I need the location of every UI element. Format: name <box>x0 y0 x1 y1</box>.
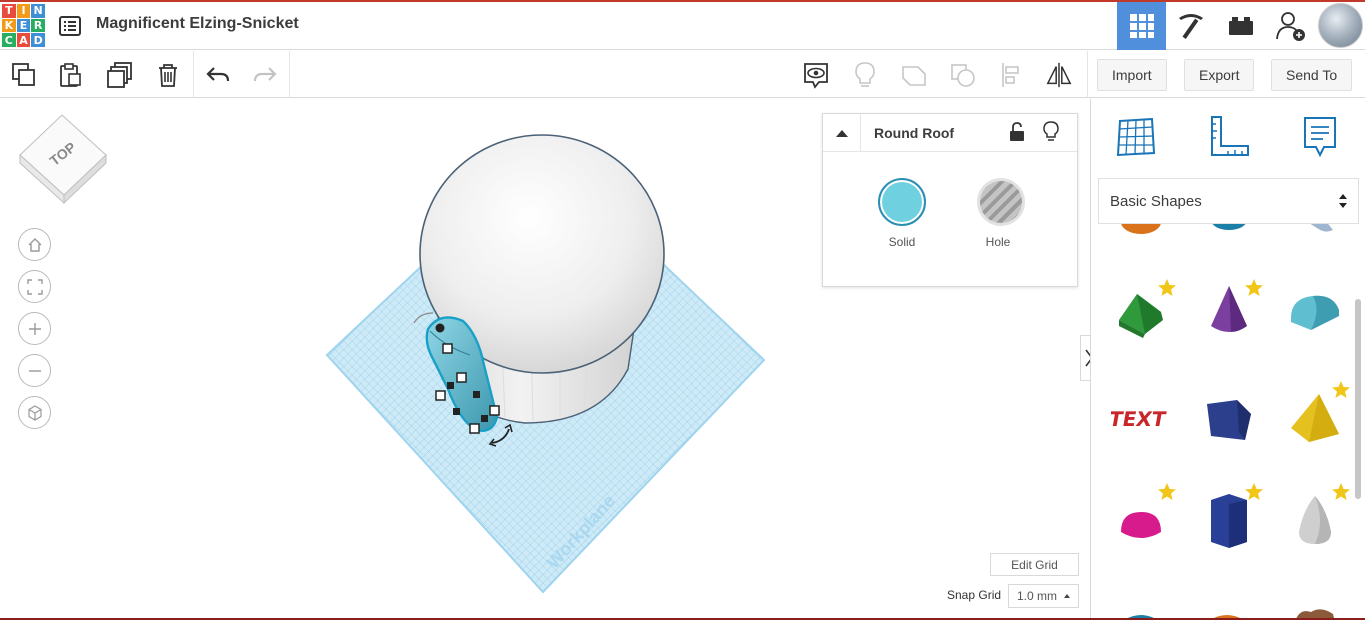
solid-color-swatch[interactable] <box>878 178 926 226</box>
text-shape[interactable]: TEXT <box>1111 388 1171 448</box>
designs-menu-icon[interactable] <box>58 14 82 38</box>
ungroup-button[interactable] <box>949 61 977 89</box>
tinkercad-logo[interactable]: TIN KER CAD <box>2 4 45 47</box>
shape-library: TEXT <box>1091 224 1355 620</box>
notes-tool-button[interactable] <box>1296 113 1344 161</box>
shape-name-label: Round Roof <box>874 125 955 141</box>
favorite-star-icon[interactable] <box>1244 278 1264 297</box>
undo-button[interactable] <box>204 61 232 89</box>
round-roof-shape[interactable] <box>1285 282 1345 342</box>
bricks-icon <box>1228 17 1253 35</box>
caret-up-icon <box>1064 594 1070 598</box>
add-user-icon <box>1275 12 1305 41</box>
3d-design-view-button[interactable] <box>1117 2 1166 50</box>
edit-grid-button[interactable]: Edit Grid <box>990 553 1079 576</box>
workplane-tool-button[interactable] <box>1112 113 1160 161</box>
favorite-star-icon[interactable] <box>1331 380 1351 399</box>
logo-letter: D <box>31 33 45 47</box>
eye-speech-bubble-icon <box>804 63 828 89</box>
ruler-tool-button[interactable] <box>1204 113 1252 161</box>
logo-letter: C <box>2 33 16 47</box>
hole-label: Hole <box>985 235 1011 249</box>
align-icon <box>1002 63 1019 87</box>
favorite-star-icon[interactable] <box>1244 482 1264 501</box>
shapes-panel: Basic Shapes TEXT <box>1090 99 1365 620</box>
align-button[interactable] <box>998 61 1026 89</box>
invite-user-button[interactable] <box>1266 2 1315 50</box>
design-title[interactable]: Magnificent Elzing-Snicket <box>96 15 299 33</box>
lock-button[interactable] <box>1009 122 1025 147</box>
shape-category-select[interactable]: Basic Shapes <box>1098 178 1359 224</box>
ruler-icon <box>1211 116 1249 156</box>
favorite-star-icon[interactable] <box>1157 482 1177 501</box>
favorite-star-icon[interactable] <box>1157 278 1177 297</box>
paste-icon <box>60 63 81 87</box>
toolbar-divider <box>193 51 194 98</box>
snap-grid-select[interactable]: 1.0 mm <box>1008 584 1079 608</box>
half-sphere-shape[interactable] <box>1111 494 1171 554</box>
show-all-button[interactable] <box>851 61 879 89</box>
collapse-inspector-button[interactable] <box>823 114 861 152</box>
toolbar-divider <box>1087 51 1088 98</box>
group-icon <box>902 66 926 86</box>
3d-workspace[interactable]: TOP Workplane Round Roof Solid Hole Edit… <box>0 99 1090 620</box>
polygon-shape[interactable] <box>1199 390 1259 450</box>
workplane-grid-icon <box>1116 117 1156 157</box>
cylinder-shape-partial[interactable] <box>1119 224 1163 240</box>
lightbulb-icon <box>1043 121 1059 141</box>
logo-letter: R <box>31 18 45 33</box>
undo-icon <box>206 67 230 82</box>
inspector-header: Round Roof <box>823 114 1077 152</box>
copy-button[interactable] <box>10 61 38 89</box>
delete-button[interactable] <box>154 61 182 89</box>
paste-button[interactable] <box>57 61 85 89</box>
note-bubble-icon <box>1304 117 1336 158</box>
app-header: TIN KER CAD Magnificent Elzing-Snicket <box>0 2 1365 50</box>
edit-toolbar: Import Export Send To <box>0 51 1365 98</box>
redo-icon <box>253 67 277 82</box>
duplicate-button[interactable] <box>106 61 134 89</box>
hole-swatch[interactable] <box>977 178 1025 226</box>
collapse-shapes-panel-button[interactable] <box>1080 335 1090 381</box>
snap-grid-value: 1.0 mm <box>1017 589 1058 603</box>
duplicate-icon <box>107 62 132 88</box>
scribble-shape-partial[interactable] <box>1295 224 1339 244</box>
snap-grid-label: Snap Grid <box>947 588 1002 602</box>
import-button[interactable]: Import <box>1097 59 1167 91</box>
favorite-star-icon[interactable] <box>1331 482 1351 501</box>
caret-up-icon <box>835 130 848 137</box>
mirror-icon <box>1046 62 1072 88</box>
text-shape-label: TEXT <box>1111 407 1168 431</box>
grid-icon <box>1129 14 1154 38</box>
minecraft-view-button[interactable] <box>1166 2 1215 50</box>
send-to-button[interactable]: Send To <box>1271 59 1353 91</box>
logo-letter: T <box>2 4 16 18</box>
toolbar-divider <box>289 51 290 98</box>
logo-letter: K <box>2 18 16 33</box>
notes-button[interactable] <box>802 61 830 89</box>
logo-letter: I <box>16 4 31 18</box>
ungroup-icon <box>951 64 975 87</box>
sphere-shape-partial[interactable] <box>1209 224 1253 238</box>
visibility-button[interactable] <box>1043 121 1059 148</box>
redo-button[interactable] <box>251 61 279 89</box>
shape-category-value: Basic Shapes <box>1110 192 1202 210</box>
copy-icon <box>12 63 35 86</box>
logo-letter: A <box>16 33 31 47</box>
select-arrows-icon <box>1339 194 1347 208</box>
mirror-button[interactable] <box>1045 61 1073 89</box>
logo-letter: E <box>16 18 31 33</box>
solid-label: Solid <box>888 235 916 249</box>
pickaxe-icon <box>1178 14 1203 39</box>
trash-icon <box>159 64 177 87</box>
unlock-icon <box>1010 122 1024 141</box>
group-button[interactable] <box>900 61 928 89</box>
shape-inspector-panel: Round Roof Solid Hole <box>822 113 1078 287</box>
bricks-view-button[interactable] <box>1216 2 1265 50</box>
shapes-scrollbar[interactable] <box>1355 299 1361 499</box>
lightbulb-icon <box>855 62 875 87</box>
export-button[interactable]: Export <box>1184 59 1255 91</box>
user-avatar[interactable] <box>1318 3 1363 48</box>
logo-letter: N <box>31 4 45 18</box>
